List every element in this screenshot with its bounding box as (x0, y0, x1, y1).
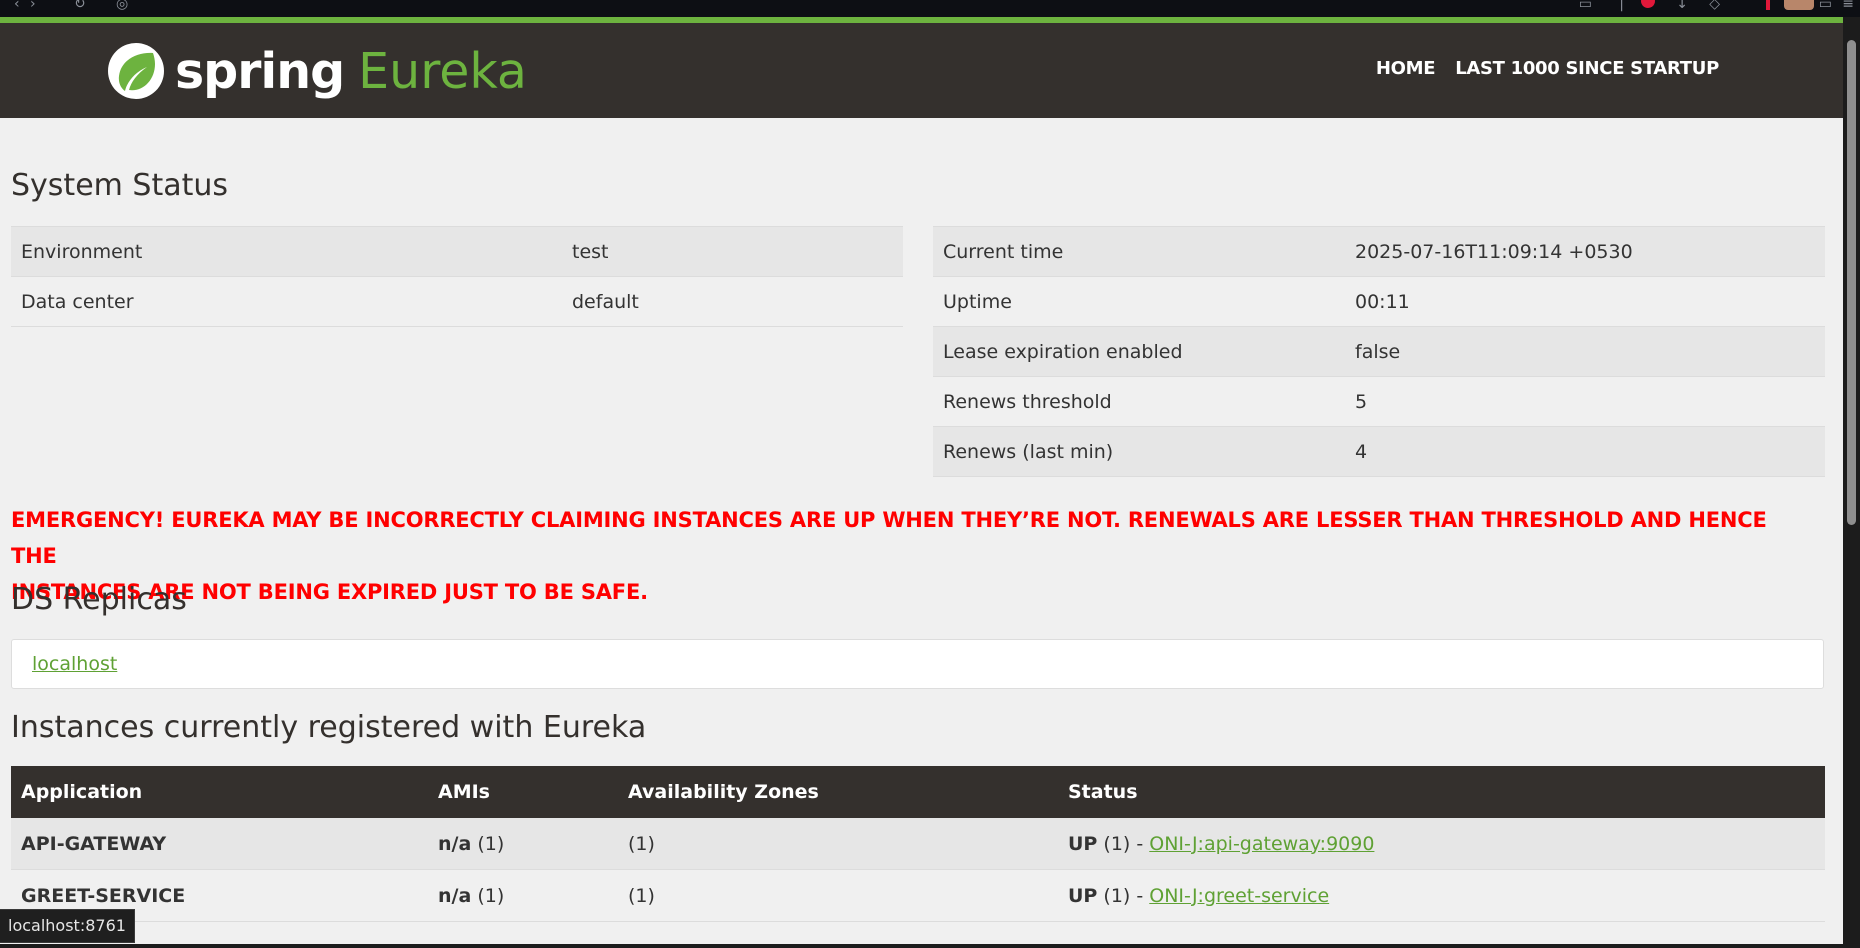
table-row: API-GATEWAY n/a (1) (1) UP (1) - ONI-J:a… (11, 818, 1825, 870)
site-info-icon[interactable]: ◎ (116, 0, 128, 11)
datacenter-value: default (562, 276, 903, 327)
ami-cell: n/a (1) (428, 818, 618, 870)
column-header-zones: Availability Zones (618, 766, 1058, 818)
status-bar-url: localhost:8761 (0, 909, 135, 943)
instance-link[interactable]: ONI-J:api-gateway:9090 (1149, 833, 1374, 855)
nav-last-1000-link[interactable]: LAST 1000 SINCE STARTUP (1455, 58, 1719, 79)
status-value: UP (1068, 832, 1098, 855)
column-header-application: Application (11, 766, 428, 818)
menu-icon[interactable]: ≡ (1842, 0, 1854, 11)
system-status-heading: System Status (11, 168, 229, 203)
table-row: Data center default (11, 276, 903, 327)
forward-icon[interactable]: › (30, 0, 36, 11)
spring-leaf-icon (108, 43, 164, 99)
back-icon[interactable]: ‹ (14, 0, 20, 11)
vertical-scrollbar[interactable] (1843, 17, 1860, 948)
brand-eureka-text: Eureka (358, 42, 527, 100)
current-time-value: 2025-07-16T11:09:14 +0530 (1345, 226, 1825, 277)
table-row: Lease expiration enabled false (933, 326, 1825, 377)
ami-cell: n/a (1) (428, 869, 618, 922)
emergency-warning: EMERGENCY! EUREKA MAY BE INCORRECTLY CLA… (11, 502, 1811, 610)
renews-threshold-value: 5 (1345, 376, 1825, 427)
datacenter-label: Data center (11, 276, 562, 327)
status-count: (1) - (1103, 832, 1144, 855)
status-cell: UP (1) - ONI-J:greet-service (1058, 869, 1825, 922)
env-label: Environment (11, 226, 562, 277)
browser-toolbar-strip: ‹ › ↻ ◎ | ▭ ↓ ◇ ▭ ≡ (0, 0, 1860, 17)
renews-last-min-label: Renews (last min) (933, 426, 1345, 477)
extensions-icon[interactable]: ▭ (1579, 0, 1592, 11)
download-icon[interactable]: ↓ (1676, 0, 1688, 11)
table-row: Renews threshold 5 (933, 376, 1825, 427)
status-cell: UP (1) - ONI-J:api-gateway:9090 (1058, 818, 1825, 870)
application-name-text: API-GATEWAY (21, 832, 167, 855)
replicas-list: localhost (11, 639, 1824, 689)
profile-avatar[interactable] (1784, 0, 1814, 10)
current-time-label: Current time (933, 226, 1345, 277)
status-count: (1) - (1103, 884, 1144, 907)
table-row: Renews (last min) 4 (933, 426, 1825, 477)
column-header-amis: AMIs (428, 766, 618, 818)
nav-home-link[interactable]: HOME (1376, 58, 1436, 79)
sidebar-icon[interactable]: ▭ (1819, 0, 1832, 11)
ami-count: (1) (477, 832, 505, 855)
instance-link[interactable]: ONI-J:greet-service (1149, 885, 1329, 907)
puzzle-icon[interactable]: ◇ (1709, 0, 1720, 11)
ds-replicas-heading: DS Replicas (11, 582, 187, 617)
instances-table: Application AMIs Availability Zones Stat… (11, 766, 1825, 922)
uptime-label: Uptime (933, 276, 1345, 327)
uptime-value: 00:11 (1345, 276, 1825, 327)
renews-last-min-value: 4 (1345, 426, 1825, 477)
runtime-status-table: Current time 2025-07-16T11:09:14 +0530 U… (933, 226, 1825, 477)
navbar: spring Eureka HOME LAST 1000 SINCE START… (0, 23, 1843, 118)
ami-value: n/a (438, 884, 472, 907)
replica-localhost-link[interactable]: localhost (32, 653, 117, 675)
spring-eureka-logo[interactable]: spring Eureka (107, 41, 527, 101)
reload-icon[interactable]: ↻ (74, 0, 86, 11)
ami-value: n/a (438, 832, 472, 855)
ad-blocker-icon[interactable] (1641, 0, 1655, 8)
environment-table: Environment test Data center default (11, 226, 903, 327)
renews-threshold-label: Renews threshold (933, 376, 1345, 427)
ami-count: (1) (477, 884, 505, 907)
table-row: GREET-SERVICE n/a (1) (1) UP (1) - ONI-J… (11, 869, 1825, 922)
table-header-row: Application AMIs Availability Zones Stat… (11, 766, 1825, 818)
table-row: Uptime 00:11 (933, 276, 1825, 327)
zones-cell: (1) (618, 869, 1058, 922)
zones-cell: (1) (618, 818, 1058, 870)
bookmark-icon[interactable]: | (1619, 0, 1624, 11)
table-row: Current time 2025-07-16T11:09:14 +0530 (933, 226, 1825, 277)
lease-expiration-value: false (1345, 326, 1825, 377)
emergency-line-2: INSTANCES ARE NOT BEING EXPIRED JUST TO … (11, 580, 648, 604)
status-value: UP (1068, 884, 1098, 907)
column-header-status: Status (1058, 766, 1825, 818)
env-value: test (562, 226, 903, 277)
application-name-text: GREET-SERVICE (21, 884, 186, 907)
brand-spring-text: spring (175, 42, 345, 100)
lease-expiration-label: Lease expiration enabled (933, 326, 1345, 377)
table-row: Environment test (11, 226, 903, 277)
instances-heading: Instances currently registered with Eure… (11, 710, 647, 745)
scrollbar-thumb[interactable] (1847, 40, 1856, 525)
nav-links: HOME LAST 1000 SINCE STARTUP (1376, 58, 1719, 79)
record-indicator (1766, 0, 1770, 10)
emergency-line-1: EMERGENCY! EUREKA MAY BE INCORRECTLY CLA… (11, 508, 1767, 568)
window-bottom-edge (0, 944, 1860, 948)
application-name: API-GATEWAY (11, 818, 428, 870)
